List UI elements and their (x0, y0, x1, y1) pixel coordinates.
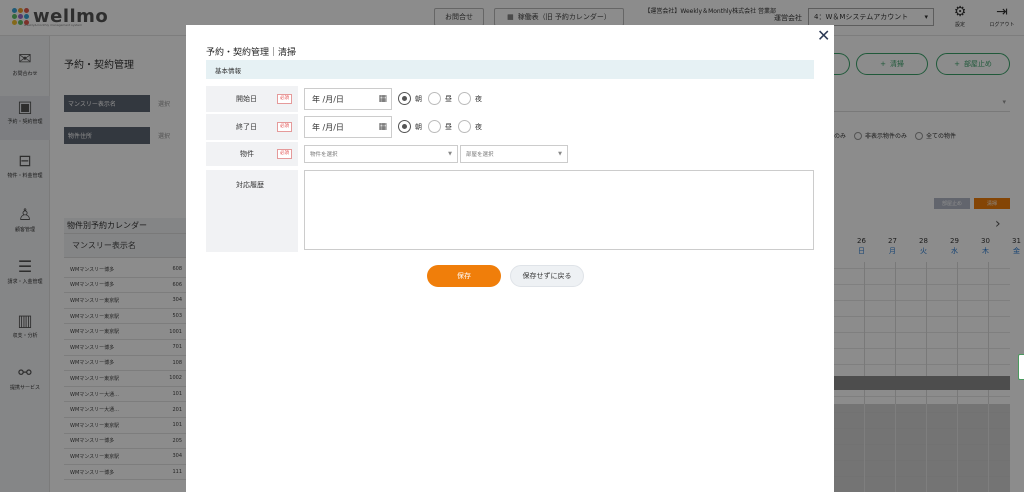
calendar-icon[interactable]: ▦ (378, 94, 387, 104)
save-button[interactable]: 保存 (427, 265, 501, 287)
history-row: 対応履歴 (206, 170, 814, 252)
end-time-radios: 朝 昼 夜 (398, 120, 482, 133)
end-date-label: 終了日 (236, 123, 257, 131)
required-badge: 必須 (277, 94, 292, 104)
side-widget[interactable] (1018, 354, 1024, 380)
start-radio-morning[interactable]: 朝 (398, 92, 422, 105)
start-date-value: 年 /月/日 (312, 94, 344, 104)
start-date-row: 開始日 必須 年 /月/日 ▦ 朝 昼 夜 (206, 86, 814, 112)
end-radio-noon[interactable]: 昼 (428, 120, 452, 133)
end-date-input[interactable]: 年 /月/日 ▦ (304, 116, 392, 138)
cleaning-modal: 予約・契約管理｜清掃 ✕ 基本情報 開始日 必須 年 /月/日 ▦ 朝 昼 夜 … (186, 25, 834, 492)
start-radio-noon[interactable]: 昼 (428, 92, 452, 105)
history-label-cell: 対応履歴 (206, 170, 298, 252)
start-date-label-cell: 開始日 必須 (206, 86, 298, 112)
property-select[interactable]: 物件を選択 ▼ (304, 145, 458, 163)
history-label: 対応履歴 (236, 181, 264, 189)
end-date-row: 終了日 必須 年 /月/日 ▦ 朝 昼 夜 (206, 114, 814, 140)
start-date-input[interactable]: 年 /月/日 ▦ (304, 88, 392, 110)
start-radio-night[interactable]: 夜 (458, 92, 482, 105)
close-icon[interactable]: ✕ (817, 26, 830, 45)
back-without-saving-button[interactable]: 保存せずに戻る (510, 265, 584, 287)
end-date-value: 年 /月/日 (312, 122, 344, 132)
chevron-down-icon: ▼ (448, 151, 452, 157)
property-select-value: 物件を選択 (310, 152, 338, 158)
end-radio-night[interactable]: 夜 (458, 120, 482, 133)
property-label-cell: 物件 必須 (206, 142, 298, 166)
chevron-down-icon: ▼ (558, 151, 562, 157)
start-date-label: 開始日 (236, 95, 257, 103)
room-select[interactable]: 部屋を選択 ▼ (460, 145, 568, 163)
start-time-radios: 朝 昼 夜 (398, 92, 482, 105)
section-basic-info: 基本情報 (206, 60, 814, 79)
end-radio-morning[interactable]: 朝 (398, 120, 422, 133)
property-row: 物件 必須 物件を選択 ▼ 部屋を選択 ▼ (206, 142, 814, 166)
required-badge: 必須 (277, 149, 292, 159)
room-select-value: 部屋を選択 (466, 152, 494, 158)
history-textarea[interactable] (304, 170, 814, 250)
end-date-label-cell: 終了日 必須 (206, 114, 298, 140)
calendar-icon[interactable]: ▦ (378, 122, 387, 132)
property-label: 物件 (240, 150, 254, 158)
modal-title: 予約・契約管理｜清掃 (206, 48, 297, 58)
required-badge: 必須 (277, 122, 292, 132)
